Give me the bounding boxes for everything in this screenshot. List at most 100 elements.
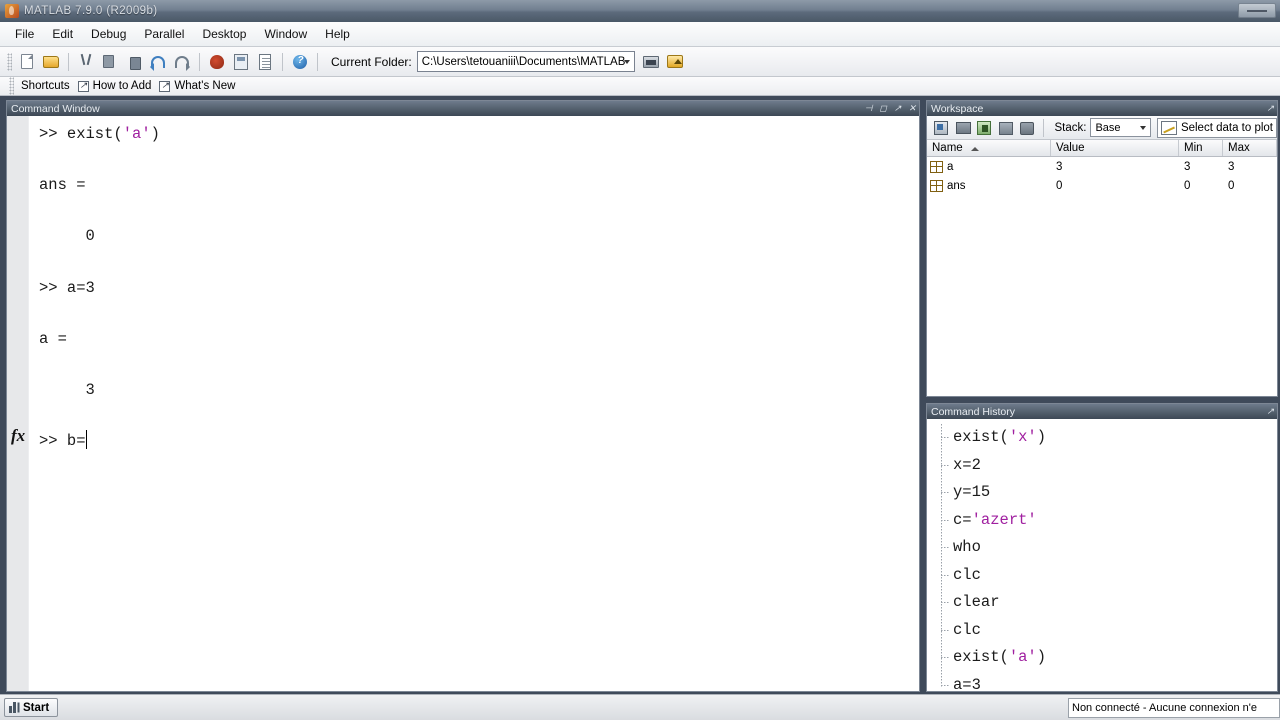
code-text: who	[953, 538, 981, 556]
workspace-titlebar[interactable]: Workspace ↗	[927, 101, 1277, 116]
toolbar-grip[interactable]	[7, 52, 12, 71]
column-header-value[interactable]: Value	[1051, 140, 1179, 156]
stack-label: Stack:	[1054, 121, 1087, 134]
shortcut-whats-new[interactable]: What's New	[174, 80, 235, 92]
command-window-output[interactable]: >> exist('a') ans = 0 >> a=3 a = 3 >> b=	[29, 116, 919, 691]
new-variable-icon	[934, 120, 948, 135]
new-file-button[interactable]	[16, 51, 38, 73]
history-entry[interactable]: who	[941, 534, 1277, 562]
code-text: )	[150, 125, 160, 143]
start-icon	[9, 702, 20, 713]
history-entry[interactable]: x=2	[941, 452, 1277, 480]
history-entry[interactable]: clear	[941, 589, 1277, 617]
history-entry[interactable]: y=15	[941, 479, 1277, 507]
cell-min: 3	[1184, 160, 1191, 173]
column-header-max[interactable]: Max	[1223, 140, 1277, 156]
menu-desktop[interactable]: Desktop	[193, 24, 255, 44]
command-window-titlebar[interactable]: Command Window ⊣ ◻ ↗ ✕	[7, 101, 919, 116]
history-entry[interactable]: a=3	[941, 672, 1277, 691]
paste-icon	[130, 56, 141, 70]
text-caret	[85, 430, 87, 450]
undock-icon[interactable]: ↗	[894, 103, 902, 113]
select-data-to-plot-button[interactable]: Select data to plot	[1156, 117, 1277, 138]
function-browser-icon[interactable]: fx	[11, 426, 25, 446]
menu-help[interactable]: Help	[316, 24, 359, 44]
menu-edit[interactable]: Edit	[43, 24, 82, 44]
connection-status-text: Non connecté - Aucune connexion n'e	[1072, 702, 1257, 714]
command-history-body[interactable]: exist('x') x=2 y=15 c='azert' who clc clear clc…	[927, 419, 1277, 691]
open-file-icon	[43, 55, 59, 68]
window-controls[interactable]	[1238, 3, 1276, 18]
stack-combo[interactable]: Base	[1090, 118, 1151, 137]
up-one-level-button[interactable]	[664, 51, 686, 73]
code-text: clc	[953, 620, 981, 639]
string-literal: 'x'	[1008, 428, 1037, 446]
history-entry[interactable]: exist('a')	[941, 644, 1277, 672]
column-header-name[interactable]: Name	[927, 140, 1051, 156]
delete-variable-button[interactable]	[1017, 118, 1037, 138]
simulink-button[interactable]	[206, 51, 228, 73]
open-variable-button[interactable]	[953, 118, 973, 138]
history-tree-line	[941, 424, 942, 687]
table-row[interactable]: a 3 3 3	[927, 157, 1277, 176]
connection-status: Non connecté - Aucune connexion n'e	[1068, 698, 1280, 718]
command-output-line: a =	[39, 327, 919, 353]
command-history-titlebar[interactable]: Command History ↗	[927, 404, 1277, 419]
command-window-body[interactable]: >> exist('a') ans = 0 >> a=3 a = 3 >> b=	[7, 116, 919, 691]
command-output-line: 0	[39, 224, 919, 250]
start-button[interactable]: Start	[4, 698, 59, 717]
string-literal: 'azert'	[971, 510, 1037, 529]
command-output-line	[39, 352, 919, 378]
profiler-icon	[259, 53, 271, 70]
code-text: 0	[39, 227, 95, 246]
history-entry[interactable]: clc	[941, 562, 1277, 590]
table-row[interactable]: ans 0 0 0	[927, 176, 1277, 195]
toolbar-separator	[68, 52, 69, 71]
copy-button[interactable]	[99, 51, 121, 73]
matlab-icon	[5, 4, 19, 18]
undock-icon[interactable]: ↗	[1266, 103, 1274, 113]
column-header-min[interactable]: Min	[1179, 140, 1223, 156]
command-prompt-line[interactable]: >> b=	[39, 429, 919, 455]
save-workspace-button[interactable]	[996, 118, 1016, 138]
shortcuts-label[interactable]: Shortcuts	[21, 80, 70, 92]
shortcut-how-to-add[interactable]: How to Add	[93, 80, 152, 92]
code-text: 3	[39, 380, 95, 399]
cell-value: 3	[1056, 160, 1063, 173]
string-literal: 'a'	[122, 125, 151, 143]
menu-file[interactable]: File	[6, 24, 43, 44]
history-entry[interactable]: c='azert'	[941, 507, 1277, 535]
new-variable-button[interactable]	[931, 118, 951, 138]
dock-icon[interactable]: ⊣	[865, 103, 873, 113]
paste-button[interactable]	[123, 51, 145, 73]
guide-button[interactable]	[230, 51, 252, 73]
help-button[interactable]	[289, 51, 311, 73]
undock-icon[interactable]: ↗	[1266, 406, 1274, 416]
history-entry[interactable]: exist('x')	[941, 424, 1277, 452]
cut-button[interactable]	[75, 51, 97, 73]
redo-button[interactable]	[171, 51, 193, 73]
toolbar-separator	[317, 52, 318, 71]
guide-icon	[234, 53, 248, 70]
menu-parallel[interactable]: Parallel	[135, 24, 193, 44]
command-output-line	[39, 404, 919, 430]
command-window-title: Command Window	[11, 102, 100, 115]
code-text: exist(	[953, 648, 1009, 666]
close-icon[interactable]: ✕	[908, 103, 916, 113]
import-data-button[interactable]	[974, 118, 994, 138]
code-text: )	[1036, 428, 1047, 446]
history-entry[interactable]: clc	[941, 617, 1277, 645]
shortcuts-grip[interactable]	[9, 77, 14, 95]
code-text: x=2	[953, 455, 981, 474]
profiler-button[interactable]	[254, 51, 276, 73]
maximize-icon[interactable]: ◻	[879, 103, 886, 113]
command-output-line: >> a=3	[39, 276, 919, 302]
browse-folder-button[interactable]	[640, 51, 662, 73]
current-folder-combo[interactable]: C:\Users\tetouaniii\Documents\MATLAB	[416, 51, 635, 72]
menu-window[interactable]: Window	[255, 24, 316, 44]
code-text: ans =	[39, 176, 86, 195]
new-file-icon	[21, 53, 33, 69]
menu-debug[interactable]: Debug	[82, 24, 135, 44]
undo-button[interactable]	[147, 51, 169, 73]
open-file-button[interactable]	[40, 51, 62, 73]
